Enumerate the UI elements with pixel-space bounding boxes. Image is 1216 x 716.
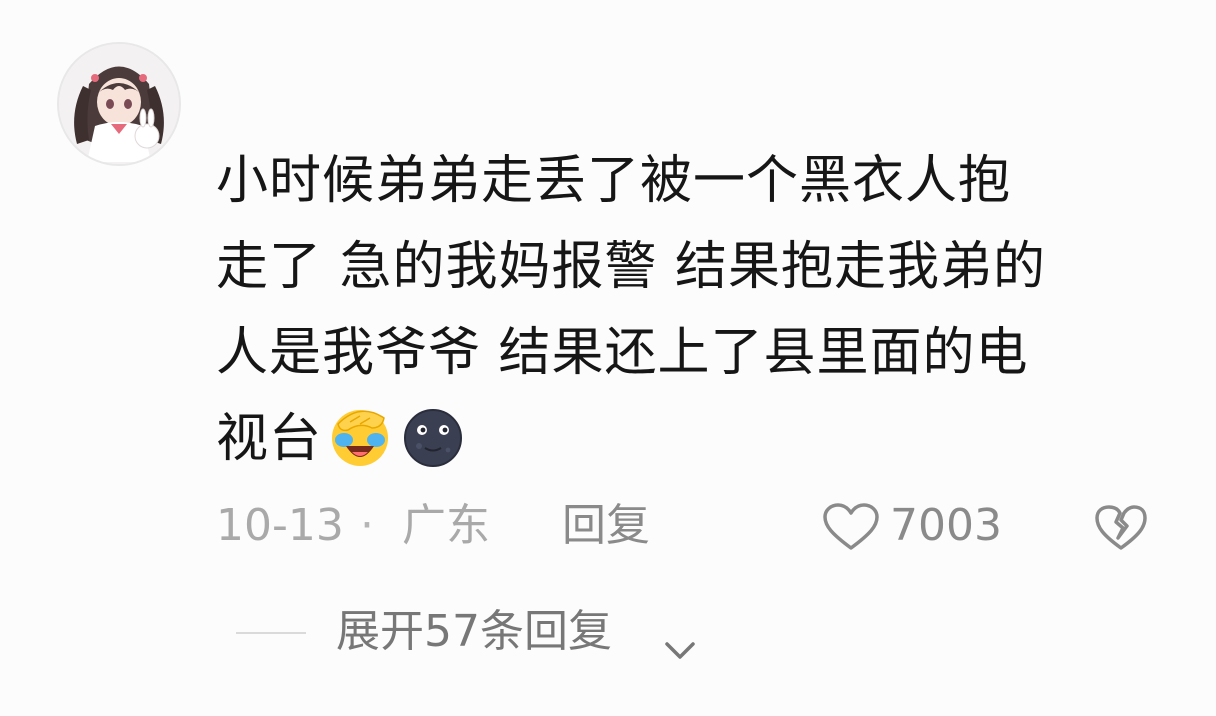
chevron-down-icon[interactable]: [662, 620, 698, 659]
reply-button[interactable]: 回复: [562, 496, 650, 556]
new-moon-face-icon: [398, 402, 468, 494]
avatar[interactable]: [57, 42, 181, 166]
comment-line: 视台: [216, 409, 323, 469]
comment-last-line: 视台: [216, 396, 1176, 494]
like-count: 7003: [890, 500, 1002, 551]
comment-line: 人是我爷爷 结果还上了县里面的电: [216, 323, 1029, 383]
expand-replies-row: 展开57条回复: [0, 602, 1216, 662]
meta-separator: ·: [360, 500, 374, 551]
comment-line: 小时候弟弟走丢了被一个黑衣人抱: [216, 151, 1012, 211]
comment-text: 小时候弟弟走丢了被一个黑衣人抱 走了 急的我妈报警 结果抱走我弟的 人是我爷爷 …: [216, 138, 1176, 494]
broken-heart-icon: [1095, 505, 1147, 550]
expand-replies-button[interactable]: 展开57条回复: [336, 602, 612, 662]
like-button[interactable]: [822, 502, 880, 552]
comment-location: 广东: [402, 500, 490, 551]
facepalm-crying-laughing-icon: [324, 402, 396, 494]
comment-line: 走了 急的我妈报警 结果抱走我弟的: [216, 237, 1047, 297]
heart-icon: [823, 503, 879, 550]
comment-date: 10-13: [216, 500, 344, 551]
avatar-image: [59, 44, 179, 164]
dislike-button[interactable]: [1094, 504, 1148, 552]
comment-meta: 10-13 · 广东 回复 7003: [0, 496, 1216, 556]
divider: [236, 632, 306, 634]
